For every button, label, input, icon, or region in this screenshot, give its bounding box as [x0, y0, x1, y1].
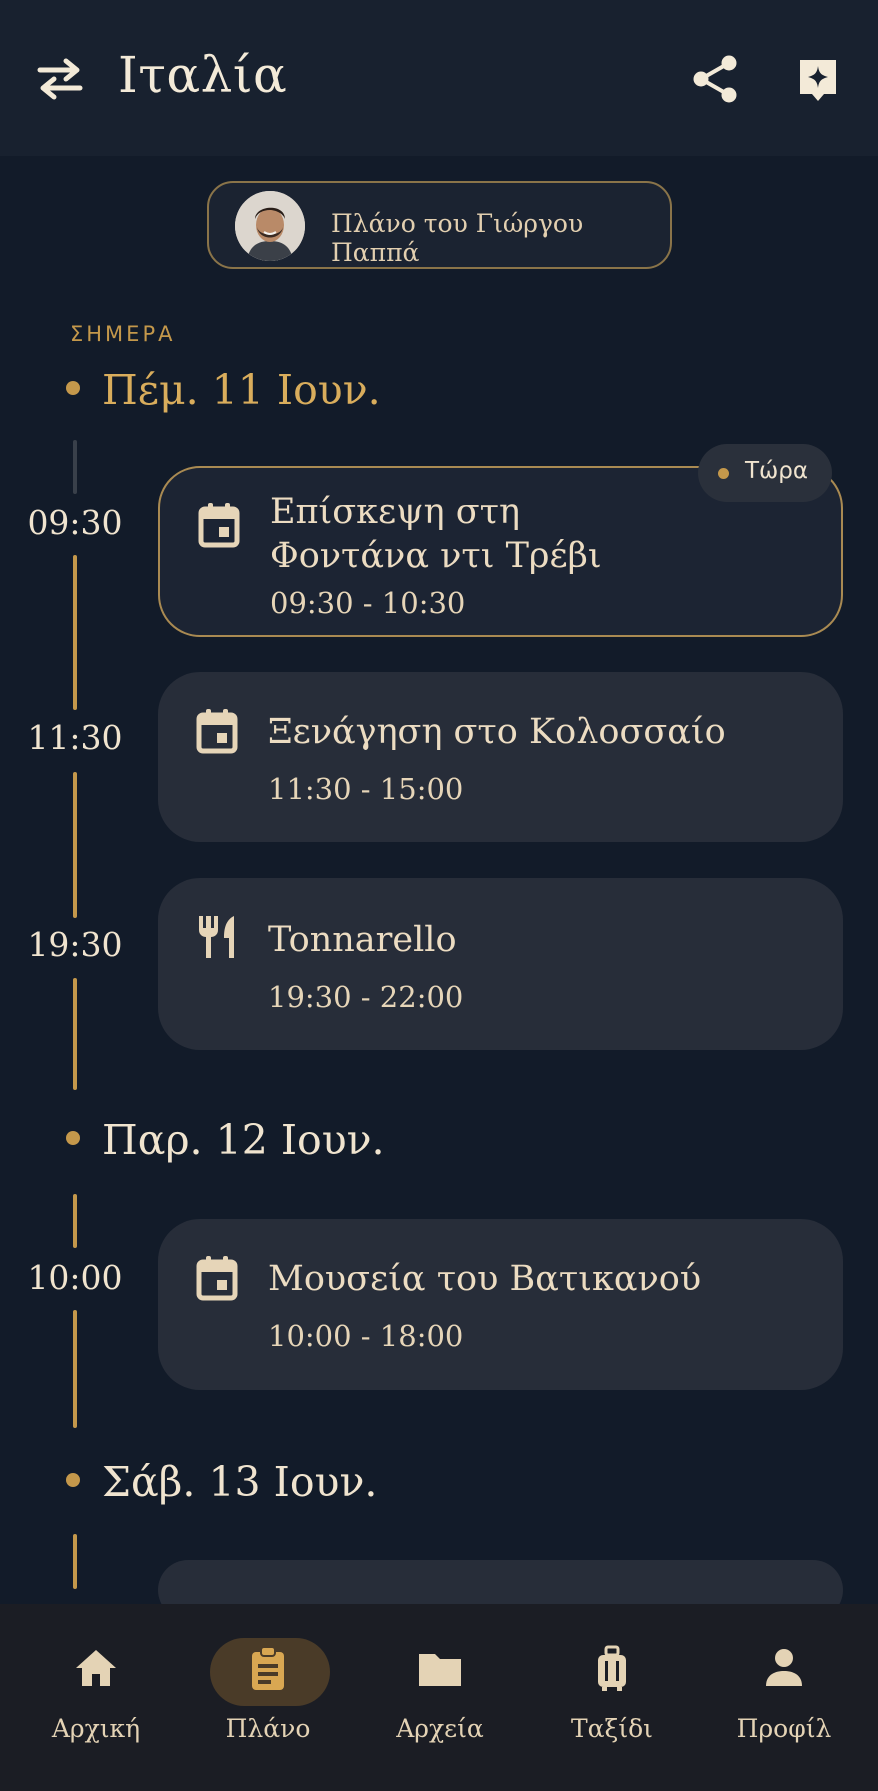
- event-time-range: 19:30 - 22:00: [268, 980, 464, 1014]
- avatar: [235, 191, 305, 261]
- day-date: Σάβ. 13 Ιουν.: [102, 1458, 378, 1506]
- event-time-range: 09:30 - 10:30: [270, 586, 466, 620]
- calendar-icon: [196, 1256, 238, 1301]
- timeline-dot: [66, 380, 80, 395]
- timeline-line: [73, 555, 77, 710]
- clipboard-icon: [252, 1646, 284, 1690]
- nav-item-profile[interactable]: Προφίλ: [696, 1604, 872, 1791]
- now-badge: Τώρα: [698, 444, 832, 502]
- day-header: Σάβ. 13 Ιουν.: [66, 1458, 377, 1506]
- luggage-icon: [598, 1645, 626, 1691]
- nav-label: Πλάνο: [225, 1714, 311, 1743]
- timeline-dot: [66, 1472, 80, 1487]
- home-icon: [76, 1650, 116, 1686]
- timeline-line: [73, 978, 77, 1090]
- page-title: Ιταλία: [118, 46, 288, 104]
- now-label: Τώρα: [745, 458, 809, 484]
- now-dot: [718, 468, 729, 479]
- timeline-dot: [66, 1130, 80, 1145]
- folder-icon: [419, 1654, 461, 1686]
- timeline-line: [73, 1534, 77, 1589]
- share-icon[interactable]: [692, 54, 740, 104]
- avatar-photo: [235, 191, 305, 261]
- calendar-icon: [198, 503, 240, 548]
- event-time: 10:00: [27, 1258, 123, 1297]
- today-label: ΣΗΜΕΡΑ: [70, 322, 176, 346]
- app-bar: Ιταλία: [0, 0, 878, 156]
- timeline-line: [73, 1194, 77, 1248]
- day-date: Πέμ. 11 Ιουν.: [102, 366, 381, 414]
- timeline-line: [73, 440, 77, 494]
- plan-owner-label: Πλάνο του Γιώργου Παππά: [331, 209, 584, 267]
- timeline-line: [73, 772, 77, 918]
- event-title: Επίσκεψη στη: [270, 492, 520, 532]
- event-time: 19:30: [27, 925, 123, 964]
- day-header: Πέμ. 11 Ιουν.: [66, 366, 381, 414]
- event-title: Ξενάγηση στο Κολοσσαίο: [268, 712, 726, 752]
- nav-item-files[interactable]: Αρχεία: [352, 1604, 528, 1791]
- restaurant-icon: [199, 916, 234, 958]
- day-header: Παρ. 12 Ιουν.: [66, 1116, 385, 1164]
- nav-label: Ταξίδι: [571, 1714, 653, 1743]
- plan-owner-chip[interactable]: Πλάνο του Γιώργου Παππά: [207, 181, 672, 269]
- event-time: 11:30: [27, 718, 123, 757]
- event-time-range: 11:30 - 15:00: [268, 772, 464, 806]
- event-card[interactable]: Μουσεία του Βατικανού 10:00 - 18:00: [158, 1219, 843, 1390]
- event-time: 09:30: [27, 503, 123, 542]
- timeline-line: [73, 1310, 77, 1428]
- calendar-icon: [196, 709, 238, 754]
- bottom-nav: Αρχική Πλάνο Αρχεία Ταξίδι Προφίλ: [0, 1604, 878, 1791]
- event-title: Φοντάνα ντι Τρέβι: [270, 536, 602, 576]
- event-card[interactable]: Tonnarello 19:30 - 22:00: [158, 878, 843, 1050]
- nav-item-plan[interactable]: Πλάνο: [180, 1604, 356, 1791]
- nav-label: Αρχεία: [396, 1714, 484, 1743]
- nav-item-home[interactable]: Αρχική: [8, 1604, 184, 1791]
- person-icon: [766, 1649, 802, 1686]
- nav-item-trip[interactable]: Ταξίδι: [524, 1604, 700, 1791]
- day-date: Παρ. 12 Ιουν.: [102, 1116, 385, 1164]
- swap-icon[interactable]: [34, 56, 86, 102]
- nav-label: Προφίλ: [736, 1714, 832, 1743]
- event-time-range: 10:00 - 18:00: [268, 1319, 464, 1353]
- event-title: Μουσεία του Βατικανού: [268, 1259, 702, 1299]
- sparkle-bookmark-icon[interactable]: [796, 56, 840, 104]
- event-card[interactable]: Ξενάγηση στο Κολοσσαίο 11:30 - 15:00: [158, 672, 843, 842]
- nav-label: Αρχική: [51, 1714, 141, 1743]
- event-title: Tonnarello: [268, 920, 457, 960]
